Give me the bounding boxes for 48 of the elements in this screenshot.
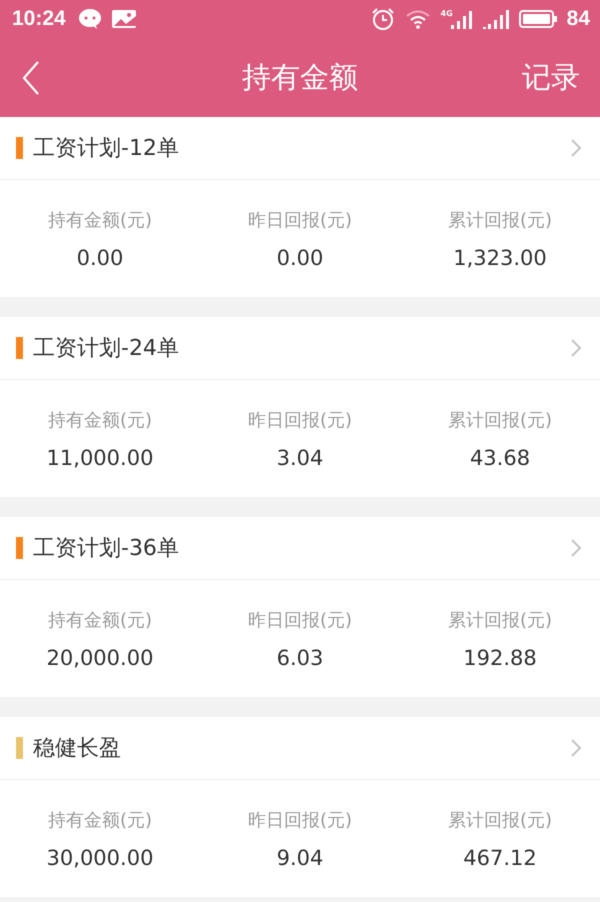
chevron-right-icon [570,738,582,758]
product-name: 稳健长盈 [33,735,122,763]
signal-icon [482,9,509,29]
stat-label: 昨日回报(元) [248,208,352,232]
chevron-right-icon [570,338,582,358]
stat-label: 累计回报(元) [448,208,552,232]
stat-value: 0.00 [276,246,324,270]
page-title: 持有金额 [242,58,358,96]
wifi-icon [404,9,430,29]
stat-value: 20,000.00 [46,646,154,670]
product-header[interactable]: 工资计划-24单 [0,317,600,380]
battery-icon [518,9,557,29]
signal-icon [450,9,473,29]
stat-label: 昨日回报(元) [248,808,352,832]
records-button[interactable]: 记录 [522,58,580,98]
stat-value: 0.00 [76,246,124,270]
stat-label: 昨日回报(元) [248,408,352,432]
stat-value: 30,000.00 [46,846,154,870]
stat-label: 持有金额(元) [48,208,152,232]
stat-label: 持有金额(元) [48,408,152,432]
product-header[interactable]: 工资计划-36单 [0,517,600,580]
stat-value: 9.04 [276,846,324,870]
battery-level: 84 [566,7,590,31]
clock-time: 10:24 [12,7,66,31]
stat-label: 累计回报(元) [448,808,552,832]
product-name: 工资计划-12单 [33,135,180,163]
chevron-right-icon [570,138,582,158]
stat-label: 持有金额(元) [48,608,152,632]
stat-value: 43.68 [470,446,530,470]
stat-value: 11,000.00 [46,446,154,470]
stat-value: 6.03 [276,646,324,670]
stat-value: 3.04 [276,446,324,470]
network-label: 4G [440,9,453,18]
stat-label: 昨日回报(元) [248,608,352,632]
chevron-right-icon [570,538,582,558]
stat-label: 持有金额(元) [48,808,152,832]
image-icon [112,9,136,29]
product-name: 工资计划-36单 [33,535,180,563]
stat-label: 累计回报(元) [448,608,552,632]
stat-value: 1,323.00 [453,246,547,270]
product-header[interactable]: 工资计划-12单 [0,117,600,180]
product-header[interactable]: 稳健长盈 [0,717,600,780]
chat-icon [78,8,102,30]
stat-value: 467.12 [463,846,537,870]
stat-label: 累计回报(元) [448,408,552,432]
alarm-icon [370,7,394,31]
stat-value: 192.88 [463,646,537,670]
product-name: 工资计划-24单 [33,335,180,363]
